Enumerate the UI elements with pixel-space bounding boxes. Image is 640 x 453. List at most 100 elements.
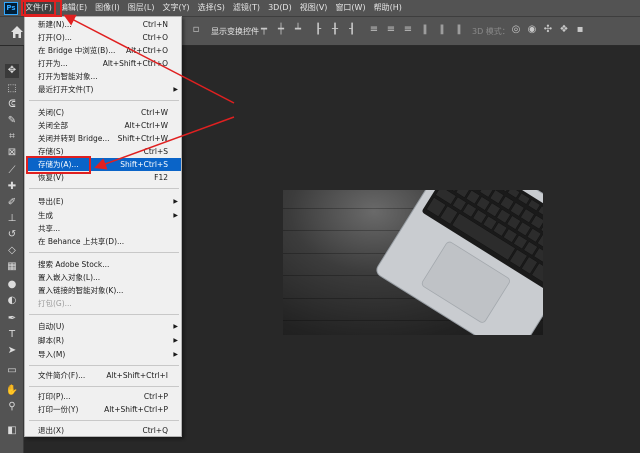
menu-item-exit[interactable]: 退出(X) Ctrl+Q — [26, 424, 181, 437]
laptop-illustration — [376, 190, 543, 335]
menu-item-open[interactable]: 打开(O)... Ctrl+O — [26, 31, 181, 44]
distribute-vcenter-icon[interactable]: ≡ — [385, 24, 397, 38]
menu-item-share-behance[interactable]: 在 Behance 上共享(D)... — [26, 235, 181, 248]
marquee-tool-icon[interactable]: ⬚ — [5, 82, 19, 96]
clone-stamp-icon[interactable]: ⊥ — [5, 212, 19, 226]
tools-panel: ✥ ⬚ ᕳ ✎ ⌗ ⊠ ⟋ ✚ ✐ ⊥ ↺ ◇ ▦ ● ◐ ✒ T ➤ ▭ ✋ … — [0, 46, 24, 453]
menu-item-save-as[interactable]: 存储为(A)... Shift+Ctrl+S — [26, 158, 181, 171]
menu-item-browse-bridge[interactable]: 在 Bridge 中浏览(B)... Alt+Ctrl+O — [26, 44, 181, 57]
menu-item-recent-files[interactable]: 最近打开文件(T) ▶ — [26, 83, 181, 96]
menu-edit[interactable]: 编辑(E) — [56, 0, 91, 16]
menu-item-open-smart-object[interactable]: 打开为智能对象... — [26, 70, 181, 83]
menu-separator — [29, 365, 179, 366]
dodge-icon[interactable]: ◐ — [5, 294, 19, 308]
blur-icon[interactable]: ● — [5, 278, 19, 292]
submenu-arrow-icon: ▶ — [173, 212, 178, 219]
gradient-icon[interactable]: ▦ — [5, 260, 19, 274]
align-top-icon[interactable]: ┯ — [258, 24, 270, 38]
brush-tool-icon[interactable]: ✐ — [5, 196, 19, 210]
lasso-tool-icon[interactable]: ᕳ — [5, 98, 19, 112]
3d-rotate-icon[interactable]: ◎ — [510, 24, 522, 38]
3d-slide-icon[interactable]: ❖ — [558, 24, 570, 38]
path-select-icon[interactable]: ➤ — [5, 344, 19, 358]
align-right-icon[interactable]: ┨ — [346, 24, 358, 38]
eyedropper-icon[interactable]: ⟋ — [5, 164, 19, 178]
menu-item-close[interactable]: 关闭(C) Ctrl+W — [26, 106, 181, 119]
3d-roll-icon[interactable]: ◉ — [526, 24, 538, 38]
pen-tool-icon[interactable]: ✒ — [5, 312, 19, 326]
menu-image[interactable]: 图像(I) — [91, 0, 124, 16]
distribute-top-icon[interactable]: ≡ — [368, 24, 380, 38]
submenu-arrow-icon: ▶ — [173, 351, 178, 358]
distribute-bottom-icon[interactable]: ≡ — [402, 24, 414, 38]
menu-item-revert[interactable]: 恢复(V) F12 — [26, 171, 181, 184]
align-hcenter-icon[interactable]: ╂ — [329, 24, 341, 38]
3d-scale-icon[interactable]: ▪ — [574, 24, 586, 38]
menu-item-open-as[interactable]: 打开为... Alt+Shift+Ctrl+O — [26, 57, 181, 70]
move-tool-icon[interactable]: ✥ — [5, 64, 19, 78]
menu-item-file-info[interactable]: 文件简介(F)... Alt+Shift+Ctrl+I — [26, 369, 181, 382]
menu-item-place-embedded[interactable]: 置入嵌入对象(L)... — [26, 271, 181, 284]
transform-toggle-icon[interactable]: ▫ — [190, 24, 202, 38]
submenu-arrow-icon: ▶ — [173, 86, 178, 93]
distribute-right-icon[interactable]: ‖ — [453, 24, 465, 38]
show-transform-controls-label[interactable]: 显示变换控件 — [211, 26, 259, 37]
menu-item-import[interactable]: 导入(M) ▶ — [26, 348, 181, 361]
eraser-icon[interactable]: ◇ — [5, 244, 19, 258]
quick-select-icon[interactable]: ✎ — [5, 114, 19, 128]
menu-type[interactable]: 文字(Y) — [158, 0, 193, 16]
submenu-arrow-icon: ▶ — [173, 198, 178, 205]
distribute-hcenter-icon[interactable]: ‖ — [436, 24, 448, 38]
3d-mode-label: 3D 模式： — [472, 27, 510, 36]
zoom-tool-icon[interactable]: ⚲ — [5, 400, 19, 414]
color-swatch-icon[interactable]: ◧ — [5, 424, 19, 438]
menu-item-package[interactable]: 打包(G)... — [26, 297, 181, 310]
menu-select[interactable]: 选择(S) — [194, 0, 229, 16]
type-tool-icon[interactable]: T — [5, 328, 19, 342]
menu-item-scripts[interactable]: 脚本(R) ▶ — [26, 334, 181, 347]
submenu-arrow-icon: ▶ — [173, 337, 178, 344]
menu-item-close-all[interactable]: 关闭全部 Alt+Ctrl+W — [26, 119, 181, 132]
menu-separator — [29, 188, 179, 189]
healing-brush-icon[interactable]: ✚ — [5, 180, 19, 194]
menu-item-share[interactable]: 共享... — [26, 222, 181, 235]
menu-separator — [29, 314, 179, 315]
menu-window[interactable]: 窗口(W) — [331, 0, 369, 16]
hand-tool-icon[interactable]: ✋ — [5, 384, 19, 398]
history-brush-icon[interactable]: ↺ — [5, 228, 19, 242]
photoshop-logo: Ps — [4, 1, 18, 15]
menu-layer[interactable]: 图层(L) — [124, 0, 159, 16]
menu-item-search-stock[interactable]: 搜索 Adobe Stock... — [26, 258, 181, 271]
menu-item-new[interactable]: 新建(N)... Ctrl+N — [26, 18, 181, 31]
menu-view[interactable]: 视图(V) — [296, 0, 332, 16]
align-vcenter-icon[interactable]: ┿ — [275, 24, 287, 38]
distribute-left-icon[interactable]: ‖ — [419, 24, 431, 38]
align-bottom-icon[interactable]: ┷ — [292, 24, 304, 38]
menu-separator — [29, 252, 179, 253]
menu-bar: Ps 文件(F) 编辑(E) 图像(I) 图层(L) 文字(Y) 选择(S) 滤… — [0, 0, 640, 16]
menu-item-close-go-bridge[interactable]: 关闭并转到 Bridge... Shift+Ctrl+W — [26, 132, 181, 145]
align-left-icon[interactable]: ┠ — [312, 24, 324, 38]
menu-item-automate[interactable]: 自动(U) ▶ — [26, 320, 181, 333]
menu-separator — [29, 420, 179, 421]
menu-item-export[interactable]: 导出(E) ▶ — [26, 195, 181, 208]
crop-tool-icon[interactable]: ⌗ — [5, 130, 19, 144]
menu-item-print-one[interactable]: 打印一份(Y) Alt+Shift+Ctrl+P — [26, 403, 181, 416]
menu-file[interactable]: 文件(F) — [21, 0, 56, 16]
menu-filter[interactable]: 滤镜(T) — [229, 0, 264, 16]
document-canvas-image — [283, 190, 543, 335]
home-icon[interactable] — [10, 25, 24, 39]
menu-separator — [29, 386, 179, 387]
3d-drag-icon[interactable]: ✣ — [542, 24, 554, 38]
menu-item-generate[interactable]: 生成 ▶ — [26, 209, 181, 222]
menu-3d[interactable]: 3D(D) — [264, 0, 296, 16]
rectangle-tool-icon[interactable]: ▭ — [5, 364, 19, 378]
menu-item-save[interactable]: 存储(S) Ctrl+S — [26, 145, 181, 158]
submenu-arrow-icon: ▶ — [173, 323, 178, 330]
menu-item-print[interactable]: 打印(P)... Ctrl+P — [26, 390, 181, 403]
menu-help[interactable]: 帮助(H) — [370, 0, 406, 16]
menu-separator — [29, 100, 179, 101]
menu-item-place-linked[interactable]: 置入链接的智能对象(K)... — [26, 284, 181, 297]
file-menu-dropdown: 新建(N)... Ctrl+N 打开(O)... Ctrl+O 在 Bridge 中… — [24, 16, 182, 437]
frame-tool-icon[interactable]: ⊠ — [5, 146, 19, 160]
